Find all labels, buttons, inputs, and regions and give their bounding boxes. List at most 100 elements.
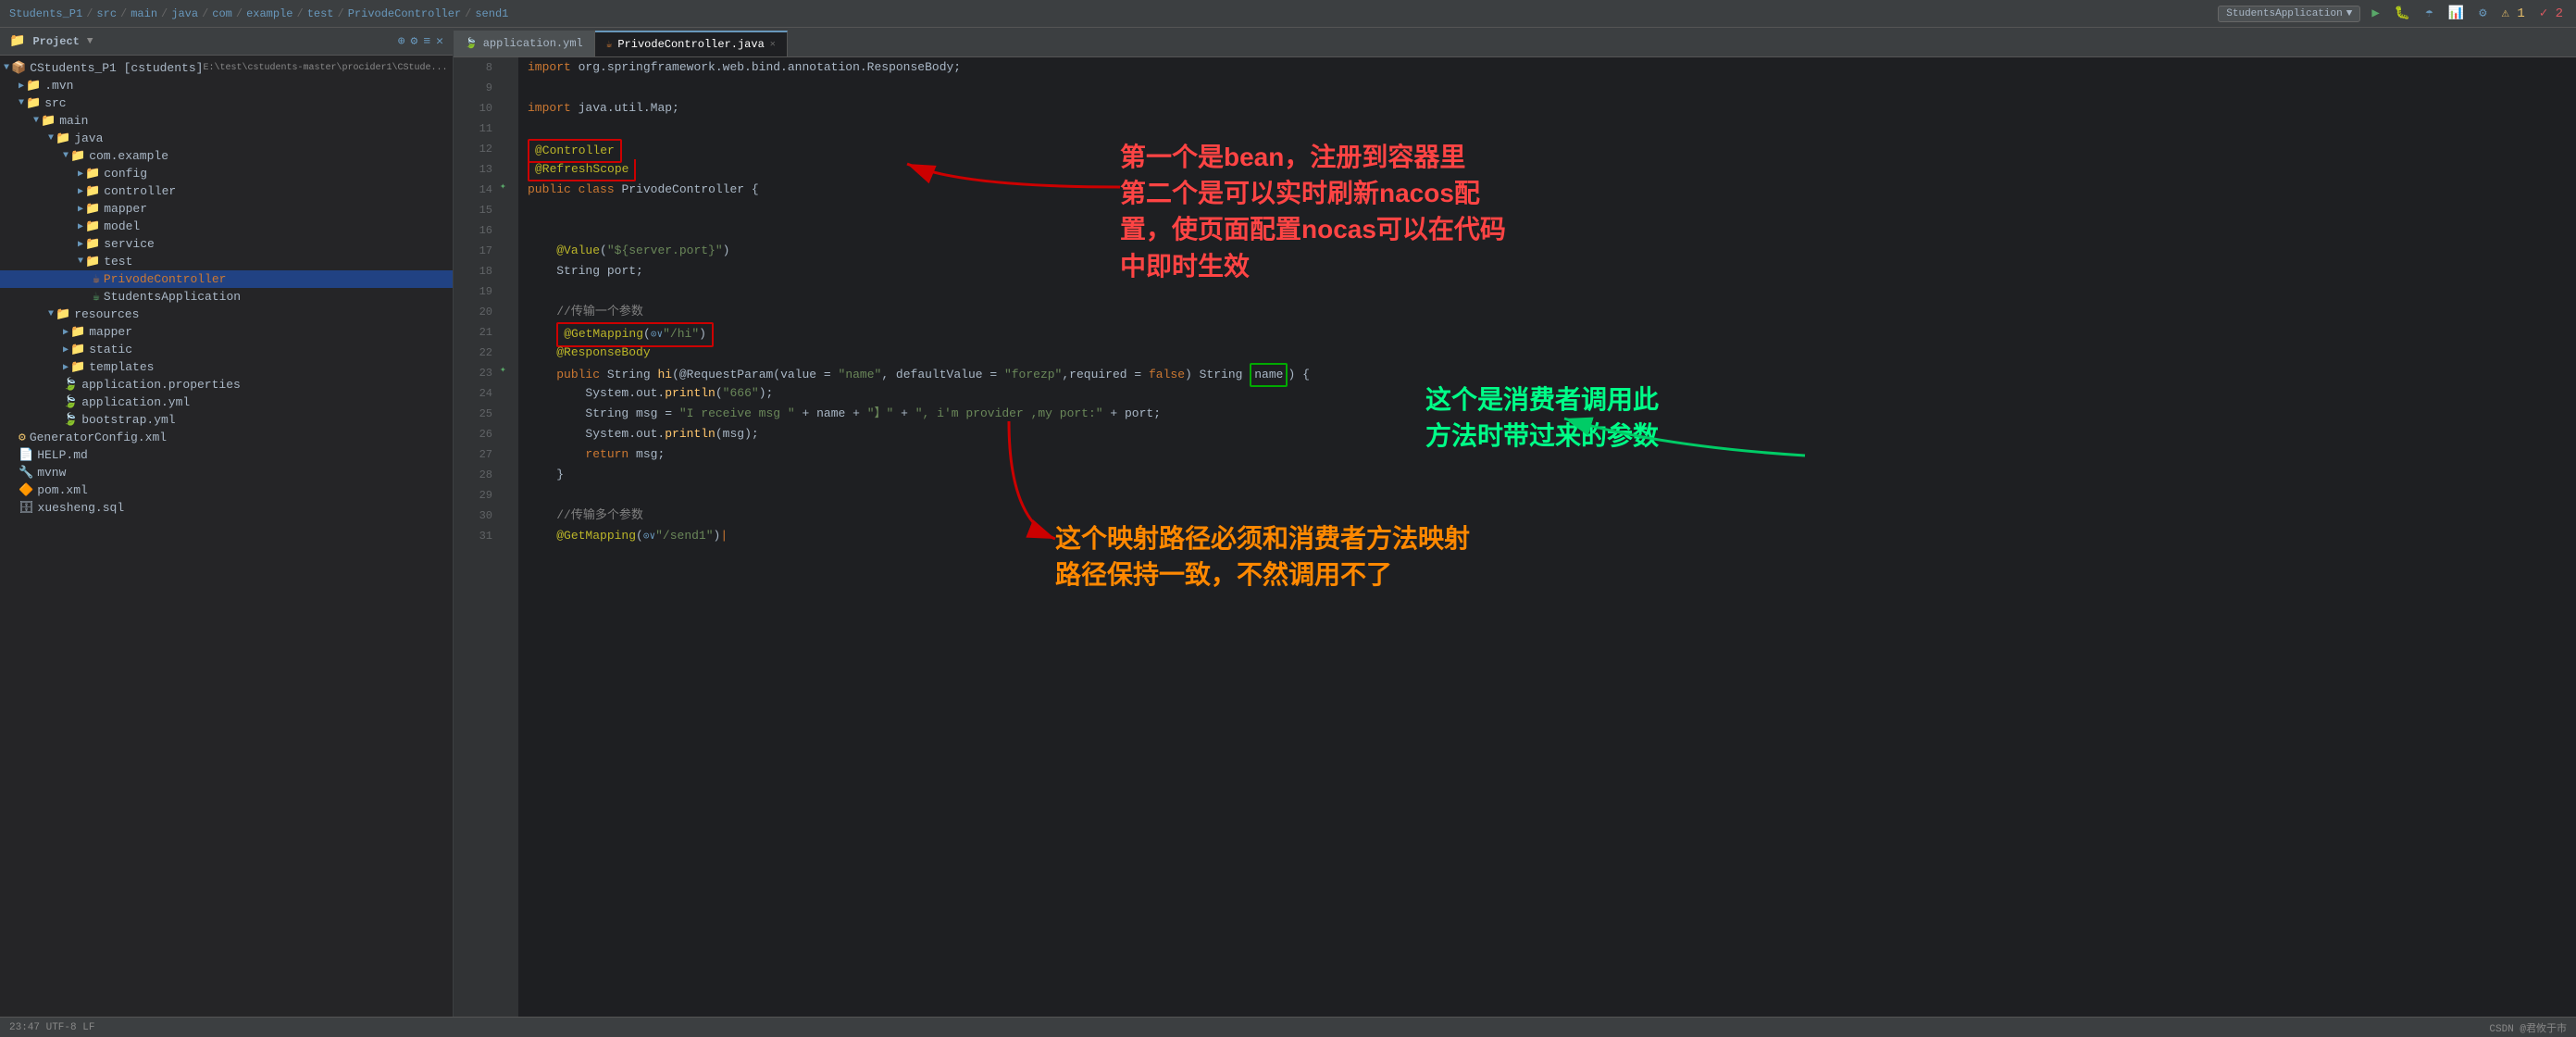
tree-privode-controller[interactable]: ☕ PrivodeController <box>0 270 453 288</box>
tree-mvn[interactable]: ▶ 📁 .mvn <box>0 77 453 94</box>
tree-src[interactable]: ▼ 📁 src <box>0 94 453 112</box>
top-bar: Students_P1 / src / main / java / com / … <box>0 0 2576 28</box>
tree-pom-xml[interactable]: 🔶 pom.xml <box>0 481 453 499</box>
tree-service[interactable]: ▶ 📁 service <box>0 235 453 253</box>
line-num-17: 17 <box>454 241 492 261</box>
templates-label: templates <box>89 360 154 374</box>
tree-students-application[interactable]: ☕ StudentsApplication <box>0 288 453 306</box>
tree-root[interactable]: ▼ 📦 CStudents_P1 [cstudents] E:\test\cst… <box>0 59 453 77</box>
root-path: E:\test\cstudents-master\procider1\CStud… <box>203 63 447 73</box>
line-num-12: 12 <box>454 139 492 159</box>
debug-button[interactable]: 🐛 <box>2391 4 2414 23</box>
root-label: CStudents_P1 [cstudents] <box>30 61 203 75</box>
line-num-22: 22 <box>454 343 492 363</box>
yml-tab-icon: 🍃 <box>465 37 478 50</box>
code-line-31: @GetMapping(⊙∨"/send1")| <box>528 526 2567 546</box>
mapper2-label: mapper <box>89 325 132 339</box>
sidebar-header: 📁 Project ▼ ⊕ ⚙ ≡ ✕ <box>0 28 453 56</box>
run-button[interactable]: ▶ <box>2368 4 2383 23</box>
tree-test[interactable]: ▼ 📁 test <box>0 253 453 270</box>
config-label: config <box>104 167 147 181</box>
tree-templates[interactable]: ▶ 📁 templates <box>0 358 453 376</box>
tree-mvnw[interactable]: 🔧 mvnw <box>0 464 453 481</box>
code-line-8: import org.springframework.web.bind.anno… <box>528 57 2567 78</box>
tree-xuesheng-sql[interactable]: 🗄 xuesheng.sql <box>0 499 453 517</box>
tree-com-example[interactable]: ▼ 📁 com.example <box>0 147 453 165</box>
editor-area: 8 9 10 11 12 13 14 15 16 17 18 19 20 21 <box>454 57 2576 1017</box>
tree-resources[interactable]: ▼ 📁 resources <box>0 306 453 323</box>
bootstrap-yml-label: bootstrap.yml <box>81 413 175 427</box>
sidebar-title: Project <box>32 35 79 48</box>
code-lines[interactable]: import org.springframework.web.bind.anno… <box>518 57 2576 1017</box>
line-num-10: 10 <box>454 98 492 119</box>
tab-label-privode: PrivodeController.java <box>617 38 764 51</box>
tree-mapper2[interactable]: ▶ 📁 mapper <box>0 323 453 341</box>
com-example-label: com.example <box>89 149 168 163</box>
file-tree: ▼ 📦 CStudents_P1 [cstudents] E:\test\cst… <box>0 56 453 520</box>
line-num-26: 26 <box>454 424 492 444</box>
scope-icon[interactable]: ⊕ <box>398 34 405 48</box>
line-num-9: 9 <box>454 78 492 98</box>
main-label: main <box>59 114 88 128</box>
code-line-19 <box>528 281 2567 302</box>
tree-java[interactable]: ▼ 📁 java <box>0 130 453 147</box>
mapper-label: mapper <box>104 202 147 216</box>
pom-xml-label: pom.xml <box>37 483 88 497</box>
code-line-30: //传输多个参数 <box>528 506 2567 526</box>
code-line-20: //传输一个参数 <box>528 302 2567 322</box>
gear-icon[interactable]: ⚙ <box>411 34 418 48</box>
code-line-27: return msg; <box>528 444 2567 465</box>
code-line-25: String msg = "I receive msg " + name + "… <box>528 404 2567 424</box>
line-num-14: 14 <box>454 180 492 200</box>
tab-close-button[interactable]: ✕ <box>770 39 776 50</box>
code-line-15 <box>528 200 2567 220</box>
code-line-26: System.out.println(msg); <box>528 424 2567 444</box>
code-line-23: public String hi(@RequestParam(value = "… <box>528 363 2567 383</box>
editor-content[interactable]: 8 9 10 11 12 13 14 15 16 17 18 19 20 21 <box>454 57 2576 1017</box>
code-line-11 <box>528 119 2567 139</box>
coverage-button[interactable]: ☂ <box>2421 4 2436 23</box>
tree-app-props[interactable]: 🍃 application.properties <box>0 376 453 394</box>
status-left: 23:47 UTF-8 LF <box>9 1022 94 1033</box>
tree-controller[interactable]: ▶ 📁 controller <box>0 182 453 200</box>
csdn-label: CSDN @君攸于市 <box>2489 1020 2567 1035</box>
code-container: 8 9 10 11 12 13 14 15 16 17 18 19 20 21 <box>454 57 2576 1017</box>
main-layout: 📁 Project ▼ ⊕ ⚙ ≡ ✕ ▼ 📦 CStudents_P1 [cs… <box>0 28 2576 1017</box>
xuesheng-sql-label: xuesheng.sql <box>38 501 125 515</box>
profile-button[interactable]: 📊 <box>2445 4 2468 23</box>
tree-bootstrap-yml[interactable]: 🍃 bootstrap.yml <box>0 411 453 429</box>
error-icon: ✓ 2 <box>2536 4 2567 23</box>
project-dropdown[interactable]: ▼ <box>87 36 93 47</box>
editor-section: 🍃 application.yml ☕ PrivodeController.ja… <box>454 28 2576 1017</box>
line-num-15: 15 <box>454 200 492 220</box>
tree-mapper[interactable]: ▶ 📁 mapper <box>0 200 453 218</box>
code-line-16 <box>528 220 2567 241</box>
code-line-17: @Value("${server.port}") <box>528 241 2567 261</box>
sidebar: 📁 Project ▼ ⊕ ⚙ ≡ ✕ ▼ 📦 CStudents_P1 [cs… <box>0 28 454 1017</box>
hide-icon[interactable]: ✕ <box>436 34 443 48</box>
settings-button[interactable]: ⚙ <box>2475 4 2490 23</box>
line-num-31: 31 <box>454 526 492 546</box>
tree-help-md[interactable]: 📄 HELP.md <box>0 446 453 464</box>
tree-config[interactable]: ▶ 📁 config <box>0 165 453 182</box>
run-config-label: StudentsApplication <box>2226 8 2342 19</box>
tree-generator-config[interactable]: ⚙ GeneratorConfig.xml <box>0 429 453 446</box>
run-config-selector[interactable]: StudentsApplication ▼ <box>2218 6 2360 22</box>
tree-main[interactable]: ▼ 📁 main <box>0 112 453 130</box>
top-right-toolbar: StudentsApplication ▼ ▶ 🐛 ☂ 📊 ⚙ ⚠ 1 ✓ 2 <box>2218 4 2567 23</box>
code-line-13: @RefreshScope <box>528 159 2567 180</box>
line-num-27: 27 <box>454 444 492 465</box>
warning-icon: ⚠ 1 <box>2498 4 2529 23</box>
tree-static[interactable]: ▶ 📁 static <box>0 341 453 358</box>
generator-config-label: GeneratorConfig.xml <box>30 431 167 444</box>
tab-label-app-yml: application.yml <box>483 37 583 50</box>
collapse-icon[interactable]: ≡ <box>423 34 430 48</box>
tree-model[interactable]: ▶ 📁 model <box>0 218 453 235</box>
code-line-18: String port; <box>528 261 2567 281</box>
tab-application-yml[interactable]: 🍃 application.yml <box>454 31 595 56</box>
code-line-28: } <box>528 465 2567 485</box>
tree-app-yml[interactable]: 🍃 application.yml <box>0 394 453 411</box>
tab-privode-controller[interactable]: ☕ PrivodeController.java ✕ <box>595 31 788 56</box>
line-num-11: 11 <box>454 119 492 139</box>
resources-label: resources <box>74 307 139 321</box>
